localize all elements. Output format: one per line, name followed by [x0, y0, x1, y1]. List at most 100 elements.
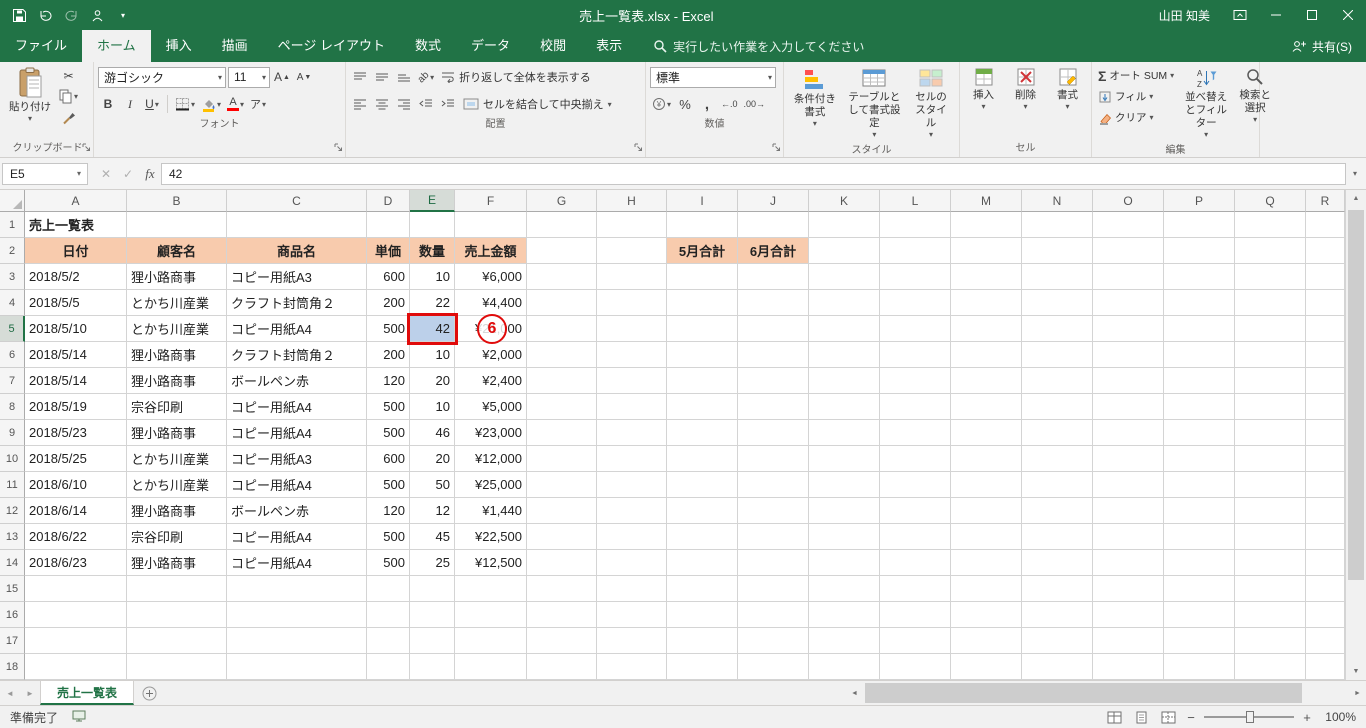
- cell-H17[interactable]: [597, 628, 667, 654]
- horizontal-scroll-thumb[interactable]: [865, 683, 1303, 703]
- cell-P1[interactable]: [1164, 212, 1235, 238]
- cell-D7[interactable]: 120: [367, 368, 410, 394]
- cell-B10[interactable]: とかち川産業: [127, 446, 227, 472]
- col-header-L[interactable]: L: [880, 190, 951, 212]
- cell-K4[interactable]: [809, 290, 880, 316]
- cell-A13[interactable]: 2018/6/22: [25, 524, 127, 550]
- cell-G3[interactable]: [527, 264, 597, 290]
- cell-C18[interactable]: [227, 654, 367, 680]
- cell-D4[interactable]: 200: [367, 290, 410, 316]
- phonetic-guide-button[interactable]: ア ▾: [248, 94, 268, 115]
- formula-input[interactable]: 42: [161, 162, 1346, 185]
- macro-record-icon[interactable]: [72, 710, 86, 725]
- col-header-F[interactable]: F: [455, 190, 527, 212]
- cell-B7[interactable]: 狸小路商事: [127, 368, 227, 394]
- cell-Q8[interactable]: [1235, 394, 1306, 420]
- cell-N7[interactable]: [1022, 368, 1093, 394]
- cell-G10[interactable]: [527, 446, 597, 472]
- cell-K6[interactable]: [809, 342, 880, 368]
- col-header-M[interactable]: M: [951, 190, 1022, 212]
- cell-I8[interactable]: [667, 394, 738, 420]
- cell-F2[interactable]: 売上金額: [455, 238, 527, 264]
- cell-F16[interactable]: [455, 602, 527, 628]
- cell-Q10[interactable]: [1235, 446, 1306, 472]
- merge-center-button[interactable]: セルを結合して中央揃え ▾: [460, 93, 615, 115]
- cell-C17[interactable]: [227, 628, 367, 654]
- cell-F11[interactable]: ¥25,000: [455, 472, 527, 498]
- cell-N1[interactable]: [1022, 212, 1093, 238]
- cell-P17[interactable]: [1164, 628, 1235, 654]
- tab-描画[interactable]: 描画: [207, 30, 263, 62]
- cell-R14[interactable]: [1306, 550, 1345, 576]
- cell-R7[interactable]: [1306, 368, 1345, 394]
- zoom-out-button[interactable]: −: [1185, 710, 1197, 725]
- cell-R12[interactable]: [1306, 498, 1345, 524]
- cell-F12[interactable]: ¥1,440: [455, 498, 527, 524]
- comma-format-button[interactable]: ,: [697, 94, 717, 115]
- cell-O9[interactable]: [1093, 420, 1164, 446]
- cell-Q7[interactable]: [1235, 368, 1306, 394]
- cell-R1[interactable]: [1306, 212, 1345, 238]
- cell-E10[interactable]: 20: [410, 446, 455, 472]
- alignment-dialog-launcher[interactable]: [634, 141, 643, 155]
- cell-K3[interactable]: [809, 264, 880, 290]
- cell-M3[interactable]: [951, 264, 1022, 290]
- cell-D18[interactable]: [367, 654, 410, 680]
- cell-K11[interactable]: [809, 472, 880, 498]
- row-header-10[interactable]: 10: [0, 446, 25, 472]
- cell-J2[interactable]: 6月合計: [738, 238, 809, 264]
- cell-C5[interactable]: コピー用紙A4: [227, 316, 367, 342]
- cell-G1[interactable]: [527, 212, 597, 238]
- cell-R10[interactable]: [1306, 446, 1345, 472]
- cell-K10[interactable]: [809, 446, 880, 472]
- cell-E16[interactable]: [410, 602, 455, 628]
- row-header-2[interactable]: 2: [0, 238, 25, 264]
- tab-表示[interactable]: 表示: [581, 30, 637, 62]
- percent-format-button[interactable]: %: [675, 94, 695, 115]
- cell-O1[interactable]: [1093, 212, 1164, 238]
- cell-F8[interactable]: ¥5,000: [455, 394, 527, 420]
- cell-B17[interactable]: [127, 628, 227, 654]
- cell-M1[interactable]: [951, 212, 1022, 238]
- cell-L8[interactable]: [880, 394, 951, 420]
- page-break-view-button[interactable]: [1158, 708, 1178, 726]
- cell-P10[interactable]: [1164, 446, 1235, 472]
- cell-H12[interactable]: [597, 498, 667, 524]
- tab-file[interactable]: ファイル: [0, 30, 82, 62]
- decrease-indent-button[interactable]: [416, 94, 436, 115]
- cell-I18[interactable]: [667, 654, 738, 680]
- cell-O2[interactable]: [1093, 238, 1164, 264]
- zoom-slider[interactable]: [1204, 711, 1294, 723]
- vertical-scrollbar[interactable]: ▲ ▼: [1345, 190, 1366, 680]
- italic-button[interactable]: I: [120, 94, 140, 115]
- formula-bar-expand-button[interactable]: ▾: [1346, 169, 1364, 178]
- cell-L11[interactable]: [880, 472, 951, 498]
- cell-L4[interactable]: [880, 290, 951, 316]
- cell-P9[interactable]: [1164, 420, 1235, 446]
- cell-M14[interactable]: [951, 550, 1022, 576]
- cell-I14[interactable]: [667, 550, 738, 576]
- cell-J14[interactable]: [738, 550, 809, 576]
- cell-P6[interactable]: [1164, 342, 1235, 368]
- scroll-down-arrow[interactable]: ▼: [1346, 663, 1366, 680]
- cell-P5[interactable]: [1164, 316, 1235, 342]
- cell-Q5[interactable]: [1235, 316, 1306, 342]
- fill-button[interactable]: フィル ▾: [1096, 86, 1176, 107]
- cell-B15[interactable]: [127, 576, 227, 602]
- cell-R16[interactable]: [1306, 602, 1345, 628]
- cell-O8[interactable]: [1093, 394, 1164, 420]
- clipboard-dialog-launcher[interactable]: [82, 141, 91, 155]
- col-header-I[interactable]: I: [667, 190, 738, 212]
- cell-B16[interactable]: [127, 602, 227, 628]
- cell-L14[interactable]: [880, 550, 951, 576]
- cell-C15[interactable]: [227, 576, 367, 602]
- cell-B4[interactable]: とかち川産業: [127, 290, 227, 316]
- cell-I17[interactable]: [667, 628, 738, 654]
- col-header-R[interactable]: R: [1306, 190, 1345, 212]
- cell-O10[interactable]: [1093, 446, 1164, 472]
- cell-E1[interactable]: [410, 212, 455, 238]
- cell-Q9[interactable]: [1235, 420, 1306, 446]
- cell-G6[interactable]: [527, 342, 597, 368]
- align-middle-button[interactable]: [372, 67, 392, 88]
- sort-filter-button[interactable]: AZ 並べ替えとフィルター ▾: [1180, 65, 1232, 142]
